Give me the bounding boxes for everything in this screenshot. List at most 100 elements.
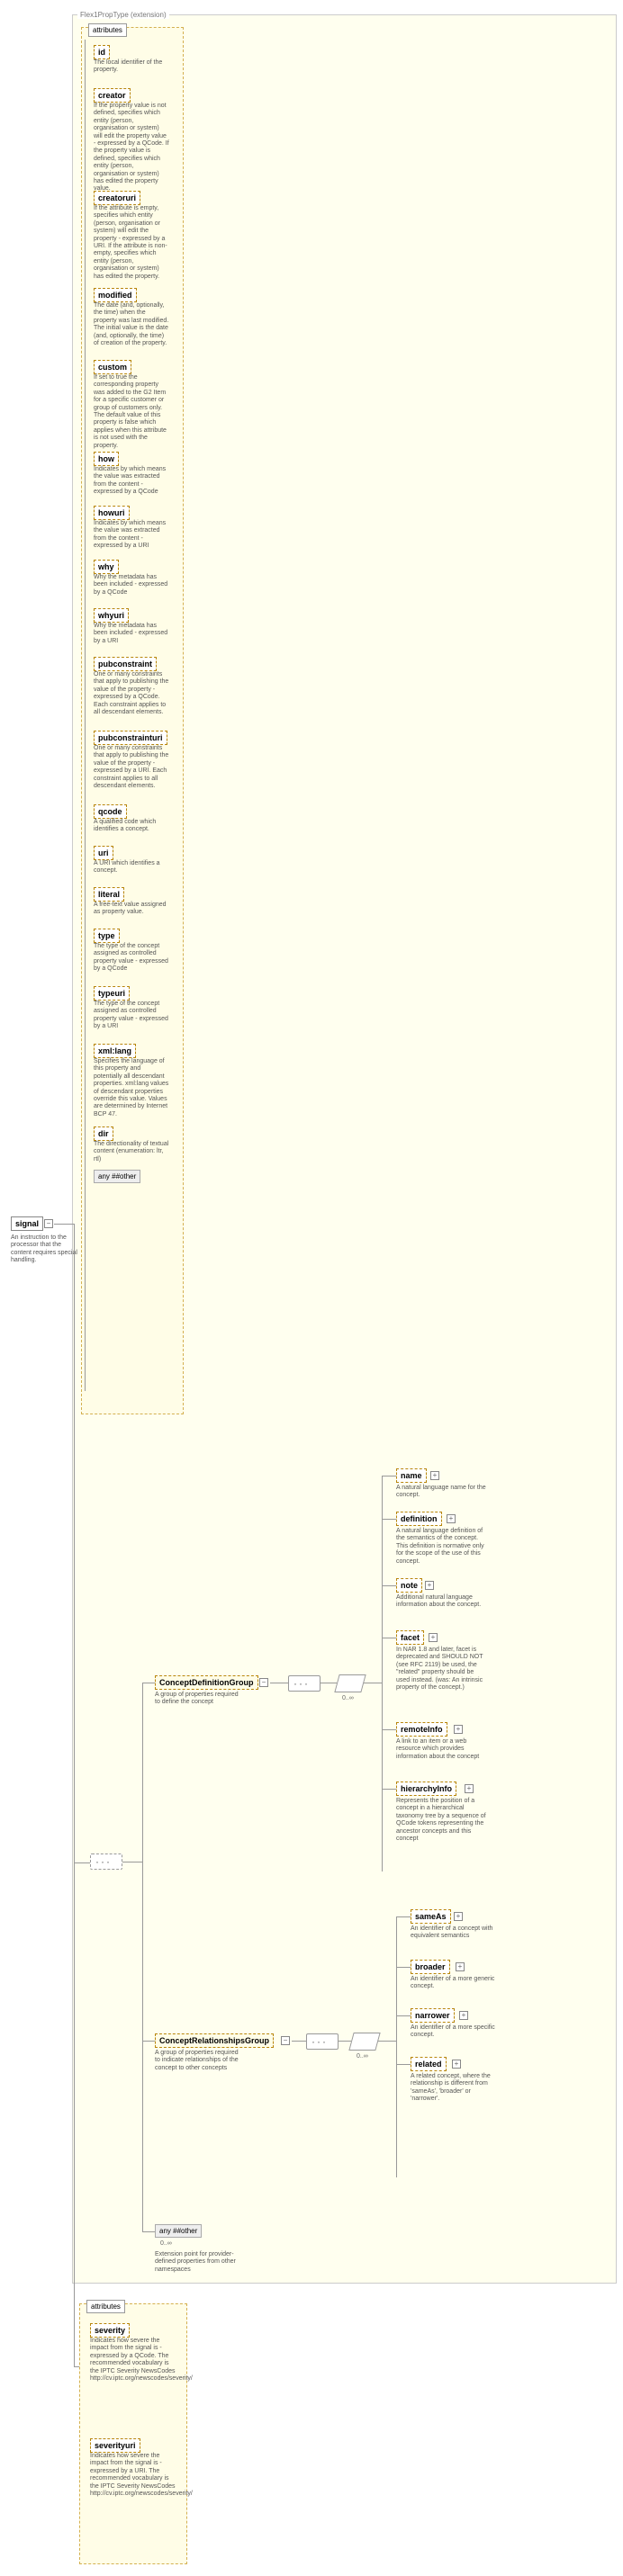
attr-qcode-desc: A qualified code which identifies a conc… — [94, 819, 169, 834]
cdg-facet[interactable]: facet — [396, 1630, 424, 1645]
crg-related[interactable]: related — [411, 2057, 447, 2071]
crg-narrower[interactable]: narrower — [411, 2008, 455, 2023]
cdg-facet-desc: In NAR 1.8 and later, facet is deprecate… — [396, 1647, 486, 1692]
connector — [396, 2015, 411, 2016]
attr-spine — [85, 40, 86, 1391]
attr-pubconstraint-desc: One or many constraints that apply to pu… — [94, 671, 169, 716]
attr-id-desc: The local identifier of the property. — [94, 59, 169, 75]
root-signal[interactable]: signal — [11, 1216, 43, 1231]
expand-icon[interactable]: + — [447, 1514, 456, 1523]
expand-icon[interactable]: + — [459, 2011, 468, 2020]
connector — [292, 2041, 306, 2042]
attr-literal-desc: A free-text value assigned as property v… — [94, 902, 169, 917]
crg-narrower-desc: An identifier of a more specific concept… — [411, 2024, 501, 2040]
concept-definition-group[interactable]: ConceptDefinitionGroup — [155, 1675, 258, 1690]
attr-dir[interactable]: dir — [94, 1126, 113, 1141]
expand-icon[interactable]: + — [465, 1784, 474, 1793]
expand-icon[interactable]: + — [425, 1581, 434, 1590]
crg-seq — [306, 2033, 339, 2050]
attr-xmllang[interactable]: xml:lang — [94, 1044, 136, 1058]
attr-pubconstraint[interactable]: pubconstraint — [94, 657, 157, 671]
attr-why[interactable]: why — [94, 560, 119, 574]
attr-custom-desc: If set to true the corresponding propert… — [94, 374, 169, 450]
expand-icon[interactable]: + — [430, 1471, 439, 1480]
cdg-name-desc: A natural language name for the concept. — [396, 1485, 486, 1500]
expand-icon[interactable]: − — [281, 2036, 290, 2045]
attr-id[interactable]: id — [94, 45, 110, 59]
expand-icon[interactable]: + — [454, 1912, 463, 1921]
connector — [74, 1224, 75, 1862]
crg-occ: 0..∞ — [357, 2053, 368, 2060]
connector — [382, 1729, 396, 1730]
cdg-occ: 0..∞ — [342, 1695, 354, 1701]
connector — [339, 2041, 351, 2042]
connector — [396, 1916, 411, 1917]
attr-creator[interactable]: creator — [94, 88, 131, 103]
cdg-choice — [334, 1674, 366, 1692]
attr-uri-desc: A URI which identifies a concept. — [94, 860, 169, 875]
crg-sameas[interactable]: sameAs — [411, 1909, 451, 1924]
signal-attr-header: attributes — [86, 2300, 125, 2313]
expand-icon[interactable]: − — [44, 1219, 53, 1228]
extension-label: Flex1PropType (extension) — [77, 11, 169, 19]
expand-icon[interactable]: + — [452, 2060, 461, 2069]
main-sequence — [90, 1853, 122, 1870]
attr-pubconstrainturi-desc: One or many constraints that apply to pu… — [94, 745, 169, 790]
attr-creatoruri[interactable]: creatoruri — [94, 191, 140, 205]
attr-uri[interactable]: uri — [94, 846, 113, 860]
any-other-elem: any ##other — [155, 2224, 202, 2238]
concept-relationships-group[interactable]: ConceptRelationshipsGroup — [155, 2033, 274, 2048]
attr-howuri[interactable]: howuri — [94, 506, 130, 520]
attr-severity[interactable]: severity — [90, 2323, 130, 2338]
expand-icon[interactable]: + — [429, 1633, 438, 1642]
attr-typeuri[interactable]: typeuri — [94, 986, 130, 1001]
attr-severityuri[interactable]: severityuri — [90, 2438, 140, 2453]
attr-whyuri[interactable]: whyuri — [94, 608, 129, 623]
attr-creator-desc: If the property value is not defined, sp… — [94, 103, 169, 193]
connector — [396, 1967, 411, 1968]
attr-custom[interactable]: custom — [94, 360, 131, 374]
attr-literal[interactable]: literal — [94, 887, 124, 902]
attr-xmllang-desc: Specifies the language of this property … — [94, 1058, 169, 1118]
cdg-name[interactable]: name — [396, 1468, 427, 1483]
crg-broader-desc: An identifier of a more generic concept. — [411, 1976, 501, 1991]
cdg-hierarchyinfo[interactable]: hierarchyInfo — [396, 1782, 456, 1796]
expand-icon[interactable]: − — [259, 1678, 268, 1687]
attr-qcode[interactable]: qcode — [94, 804, 127, 819]
any-other-attr: any ##other — [94, 1170, 140, 1183]
attr-type-desc: The type of the concept assigned as cont… — [94, 943, 169, 974]
crg-broader[interactable]: broader — [411, 1960, 450, 1974]
connector — [396, 1916, 397, 2177]
attr-modified[interactable]: modified — [94, 288, 137, 302]
crg-desc: A group of properties required to indica… — [155, 2050, 245, 2072]
connector — [396, 2064, 411, 2065]
cdg-seq — [288, 1675, 321, 1692]
root-desc: An instruction to the processor that the… — [11, 1234, 83, 1265]
cdg-hierarchyinfo-desc: Represents the position of a concept in … — [396, 1798, 486, 1843]
attr-dir-desc: The directionality of textual content (e… — [94, 1141, 169, 1163]
cdg-remoteinfo[interactable]: remoteInfo — [396, 1722, 447, 1737]
crg-sameas-desc: An identifier of a concept with equivale… — [411, 1925, 501, 1941]
crg-related-desc: A related concept, where the relationshi… — [411, 2073, 501, 2104]
connector — [382, 1585, 396, 1586]
connector — [382, 1519, 396, 1520]
connector — [142, 2041, 155, 2042]
expand-icon[interactable]: + — [454, 1725, 463, 1734]
crg-choice — [348, 2033, 380, 2051]
connector — [382, 1476, 383, 1871]
any-other-desc: Extension point for provider-defined pro… — [155, 2251, 245, 2274]
attr-how[interactable]: how — [94, 452, 119, 466]
connector — [378, 2041, 396, 2042]
cdg-desc: A group of properties required to define… — [155, 1692, 245, 1707]
attr-pubconstrainturi[interactable]: pubconstrainturi — [94, 731, 167, 745]
connector — [142, 1683, 143, 2231]
connector — [74, 2366, 79, 2367]
attr-creatoruri-desc: If the attribute is empty, specifies whi… — [94, 205, 169, 281]
attr-type[interactable]: type — [94, 929, 120, 943]
connector — [54, 1224, 74, 1225]
attr-severity-desc: Indicates how severe the impact from the… — [90, 2338, 176, 2383]
expand-icon[interactable]: + — [456, 1962, 465, 1971]
cdg-note[interactable]: note — [396, 1578, 422, 1593]
cdg-definition[interactable]: definition — [396, 1512, 442, 1526]
attr-header: attributes — [88, 23, 127, 37]
